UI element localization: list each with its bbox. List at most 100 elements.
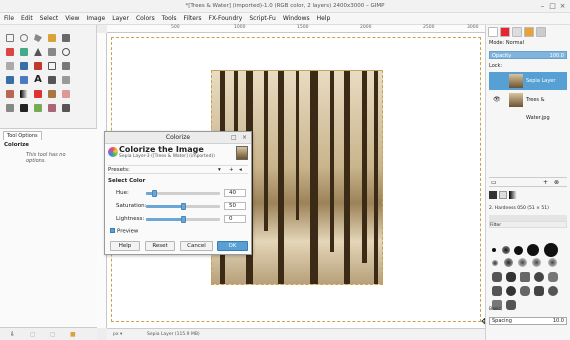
channels-tab[interactable]: [500, 27, 510, 37]
blend-tool-icon[interactable]: [20, 90, 28, 98]
menu-file[interactable]: File: [4, 15, 14, 22]
brush-item[interactable]: [492, 272, 502, 282]
airbrush-tool-icon[interactable]: [6, 104, 14, 112]
restore-options-icon[interactable]: ▢: [30, 331, 36, 338]
clone-tool-icon[interactable]: [34, 104, 42, 112]
move-tool-icon[interactable]: [20, 62, 28, 70]
brush-item[interactable]: [534, 272, 544, 282]
slider-track[interactable]: [146, 216, 220, 223]
brush-item[interactable]: [504, 258, 513, 267]
brush-item[interactable]: [548, 258, 557, 267]
help-button[interactable]: Help: [110, 241, 140, 251]
menu-colors[interactable]: Colors: [136, 15, 155, 22]
saturation-value[interactable]: 50: [224, 202, 246, 210]
scissors-tool-icon[interactable]: [6, 48, 14, 56]
perspective-tool-icon[interactable]: [48, 76, 56, 84]
smudge-tool-icon[interactable]: [62, 104, 70, 112]
flip-tool-icon[interactable]: [62, 76, 70, 84]
heal-tool-icon[interactable]: [48, 104, 56, 112]
hue-slider[interactable]: Hue: 40: [108, 189, 248, 199]
brush-item[interactable]: [506, 300, 516, 310]
chevron-down-icon[interactable]: ▾: [218, 166, 221, 174]
menu-image[interactable]: Image: [86, 15, 105, 22]
color-picker-tool-icon[interactable]: [48, 48, 56, 56]
brush-item[interactable]: [506, 272, 516, 282]
menu-edit[interactable]: Edit: [21, 15, 33, 22]
bucket-fill-tool-icon[interactable]: [6, 90, 14, 98]
measure-tool-icon[interactable]: [6, 62, 14, 70]
add-icon[interactable]: +: [543, 179, 548, 186]
patterns-tab[interactable]: [499, 191, 507, 199]
menu-filters[interactable]: Filters: [184, 15, 202, 22]
minimize-icon[interactable]: –: [538, 2, 547, 11]
slider-handle[interactable]: [180, 203, 186, 210]
lightness-slider[interactable]: Lightness: 0: [108, 215, 248, 225]
hue-value[interactable]: 40: [224, 189, 246, 197]
opacity-slider[interactable]: Opacity 100.0: [489, 51, 567, 59]
brush-item[interactable]: [527, 244, 539, 256]
text-tool-icon[interactable]: A: [34, 75, 42, 85]
brush-item[interactable]: [532, 258, 541, 267]
brush-item[interactable]: [548, 286, 558, 296]
gradients-tab[interactable]: [509, 191, 517, 199]
menu-view[interactable]: View: [65, 15, 79, 22]
reset-options-icon[interactable]: ■: [70, 331, 76, 338]
delete-options-icon[interactable]: ▢: [50, 331, 56, 338]
brush-item[interactable]: [548, 272, 558, 282]
reset-button[interactable]: Reset: [145, 241, 175, 251]
brush-item[interactable]: [492, 260, 498, 266]
fuzzy-select-tool-icon[interactable]: [48, 34, 56, 42]
menu-fx-foundry[interactable]: FX-Foundry: [209, 15, 243, 22]
foreground-select-tool-icon[interactable]: [20, 48, 28, 56]
crop-tool-icon[interactable]: [48, 62, 56, 70]
brush-item[interactable]: [520, 286, 530, 296]
brush-item[interactable]: [534, 286, 544, 296]
checkbox-checked-icon[interactable]: [110, 228, 115, 233]
menu-layer[interactable]: Layer: [112, 15, 129, 22]
eraser-tool-icon[interactable]: [62, 90, 70, 98]
slider-track[interactable]: [146, 203, 220, 210]
rect-select-tool-icon[interactable]: [6, 34, 14, 42]
eye-icon[interactable]: 👁: [493, 91, 501, 109]
spacing-slider[interactable]: Spacing 10.0: [489, 317, 567, 325]
presets-row[interactable]: Presets: ▾ + ◂: [108, 165, 248, 174]
brush-item[interactable]: [502, 246, 510, 254]
brush-item[interactable]: [492, 286, 502, 296]
cancel-button[interactable]: Cancel: [180, 241, 213, 251]
brush-item[interactable]: [514, 246, 523, 255]
new-layer-icon[interactable]: ▭: [491, 179, 497, 186]
menu-tools[interactable]: Tools: [162, 15, 177, 22]
preset-menu-icon[interactable]: ◂: [239, 166, 242, 174]
delete-icon[interactable]: ⊗: [554, 179, 559, 186]
ellipse-select-tool-icon[interactable]: [20, 34, 28, 42]
ok-button[interactable]: OK: [217, 241, 248, 251]
mode-label[interactable]: Mode: Normal: [489, 40, 524, 46]
paintbrush-tool-icon[interactable]: [48, 90, 56, 98]
undo-history-tab[interactable]: [524, 27, 534, 37]
paths-tool-icon[interactable]: [34, 48, 42, 56]
slider-handle[interactable]: [180, 216, 186, 223]
save-options-icon[interactable]: ⇩: [10, 331, 15, 338]
brush-set-label[interactable]: Basic,: [489, 307, 502, 312]
slider-track[interactable]: [146, 190, 220, 197]
by-color-select-tool-icon[interactable]: [62, 34, 70, 42]
brushes-tab[interactable]: [489, 191, 497, 199]
menu-windows[interactable]: Windows: [283, 15, 310, 22]
slider-handle[interactable]: [151, 190, 157, 197]
tool-options-tab[interactable]: Tool Options: [3, 131, 42, 140]
zoom-tool-icon[interactable]: [62, 48, 70, 56]
free-select-tool-icon[interactable]: [34, 34, 42, 42]
shear-tool-icon[interactable]: [20, 76, 28, 84]
horizontal-ruler[interactable]: 500 1000 1500 2000 2500 3000: [107, 25, 485, 33]
brush-item[interactable]: [518, 258, 527, 267]
images-tab[interactable]: [536, 27, 546, 37]
brush-filter[interactable]: Filter: [489, 221, 567, 228]
menu-help[interactable]: Help: [317, 15, 331, 22]
layers-tab[interactable]: [488, 27, 498, 37]
saturation-slider[interactable]: Saturation: 50: [108, 202, 248, 212]
menu-script-fu[interactable]: Script-Fu: [249, 15, 276, 22]
paths-tab[interactable]: [512, 27, 522, 37]
layer-row-trees[interactable]: 👁 Trees & Water.jpg: [489, 91, 567, 121]
menu-select[interactable]: Select: [40, 15, 59, 22]
lightness-value[interactable]: 0: [224, 215, 246, 223]
